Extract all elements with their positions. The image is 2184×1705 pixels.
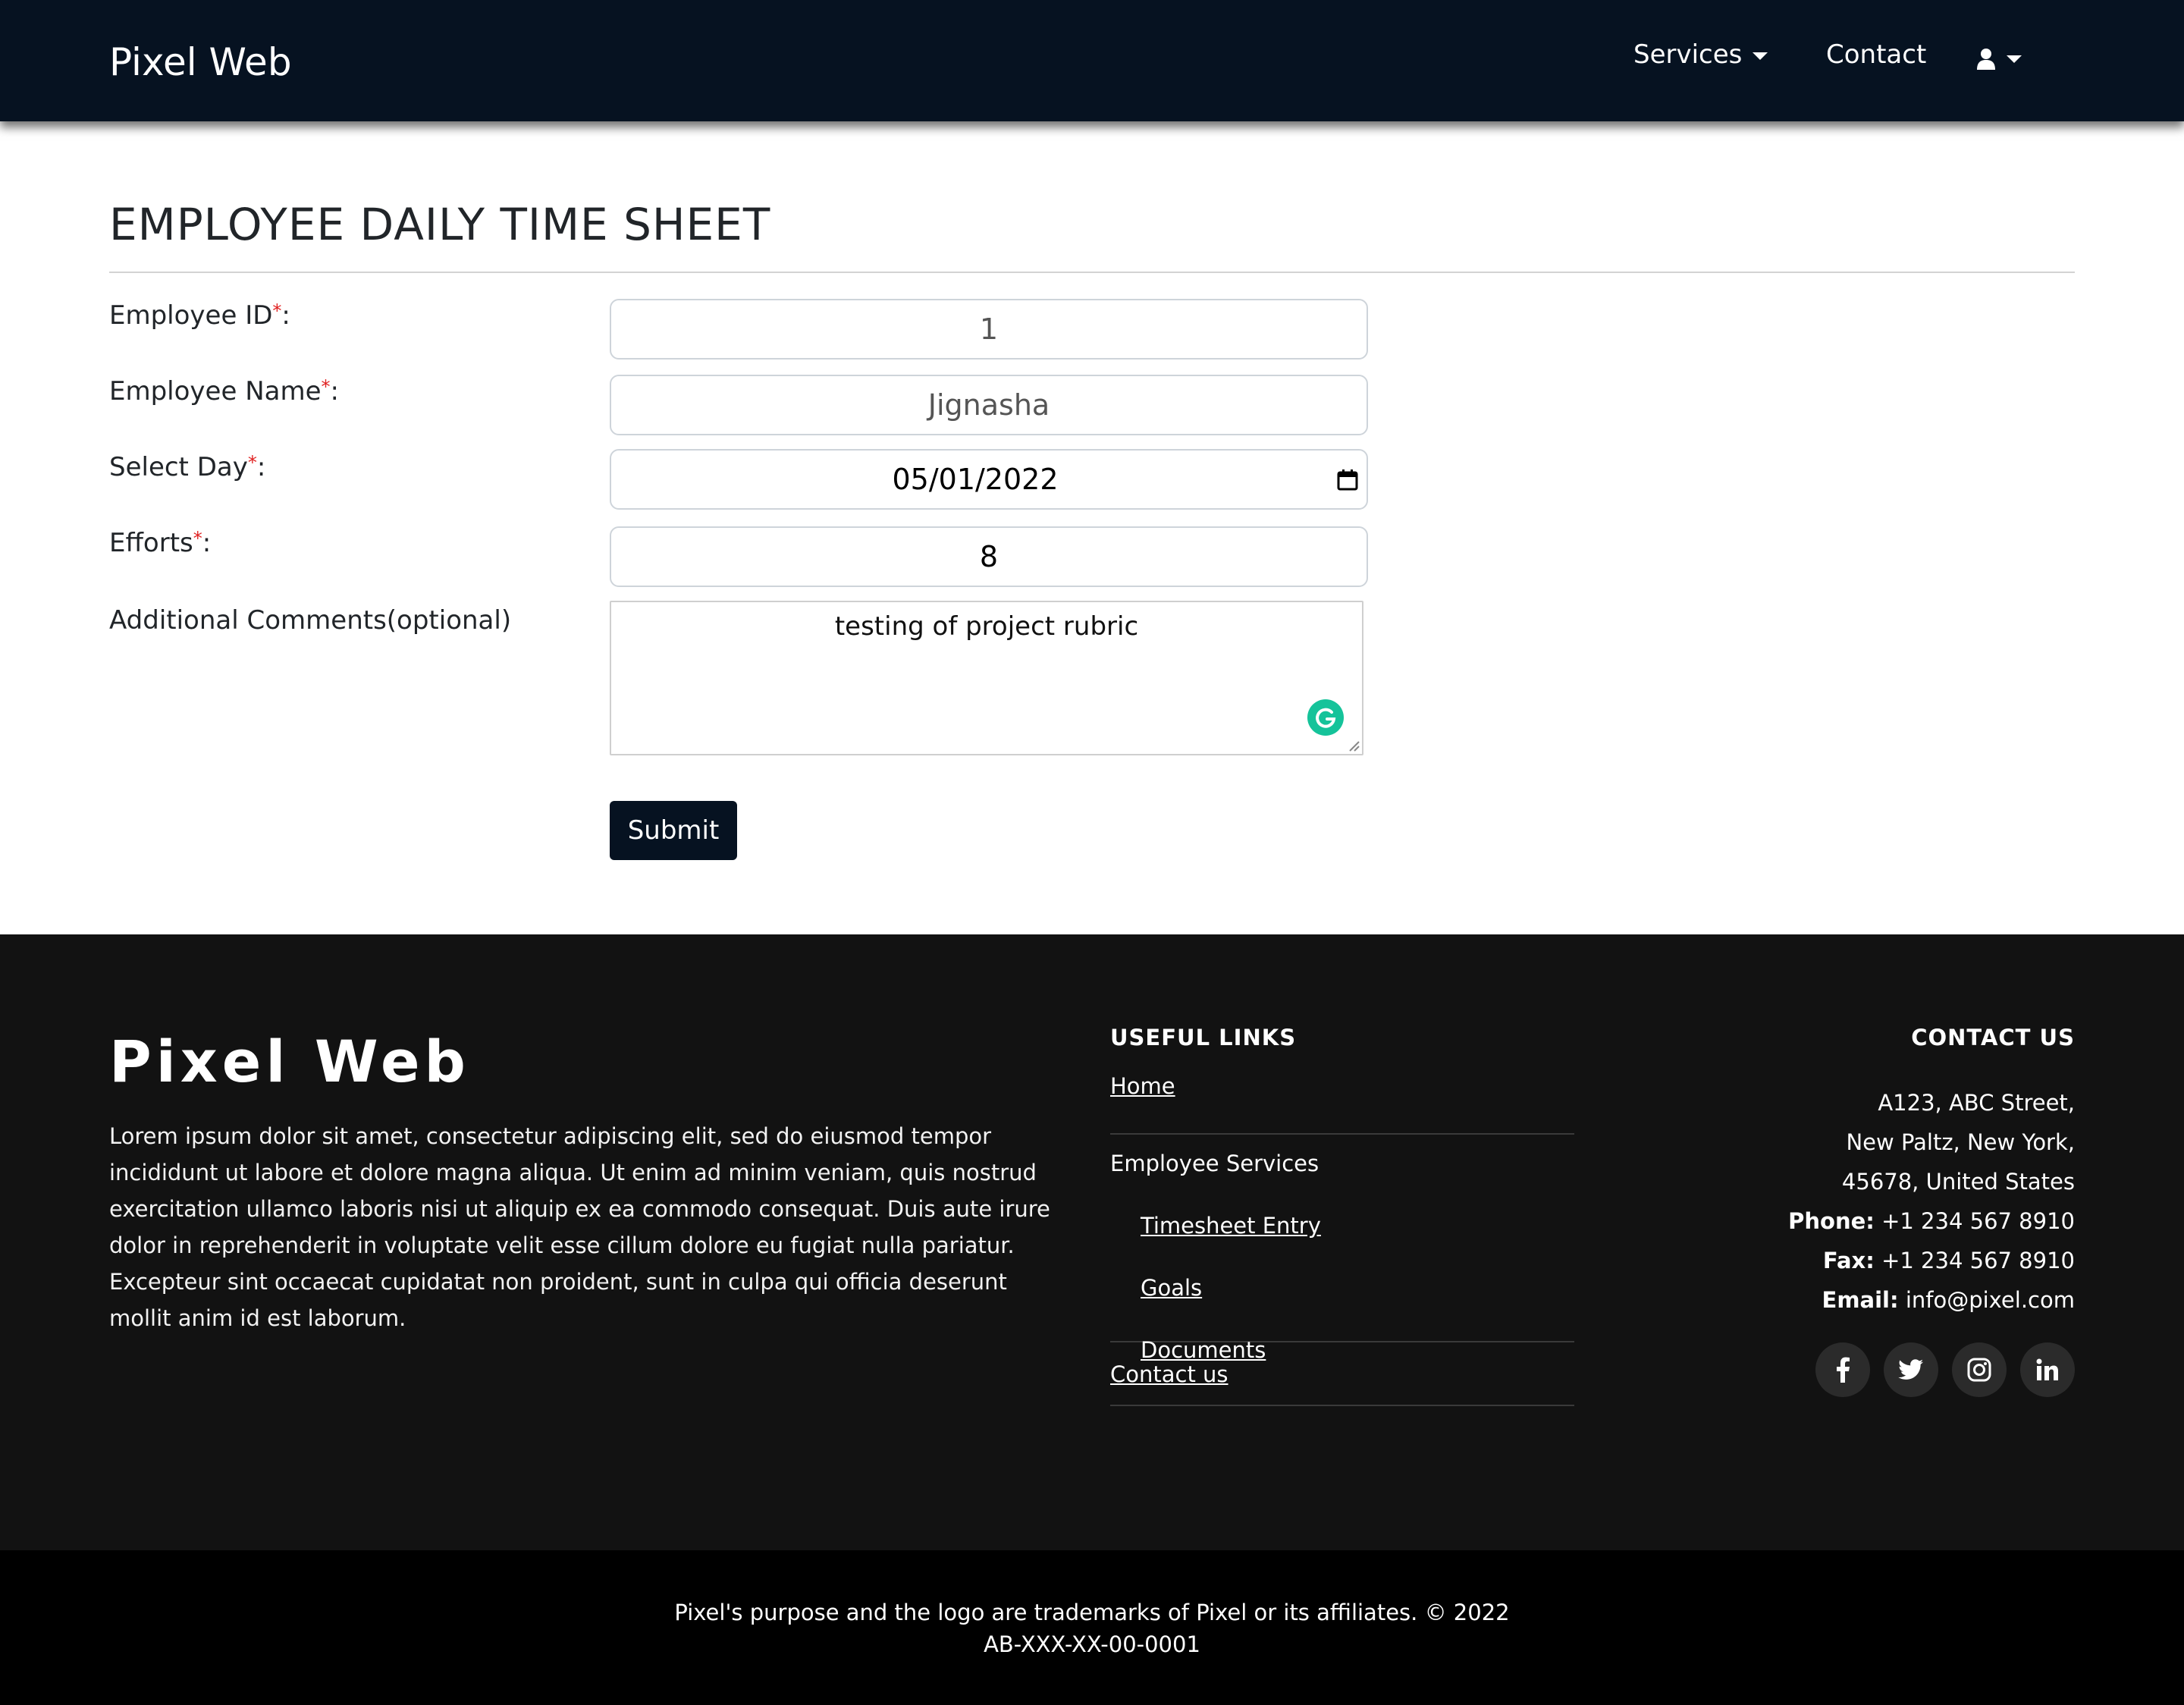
footer-brand: Pixel Web: [109, 1028, 470, 1095]
services-dropdown[interactable]: Services: [1633, 38, 1768, 71]
social-links: [1815, 1342, 2075, 1397]
grammarly-icon[interactable]: [1307, 699, 1344, 736]
list-item: Contact us: [1110, 1342, 1574, 1406]
select-day-value: 05/01/2022: [892, 463, 1059, 496]
facebook-icon: [1837, 1357, 1850, 1383]
list-item: Home: [1110, 1071, 1574, 1135]
required-marker: *: [193, 528, 202, 549]
address-line: A123, ABC Street,: [1878, 1090, 2075, 1116]
footer: Pixel Web Lorem ipsum dolor sit amet, co…: [0, 934, 2184, 1550]
useful-links-heading: USEFUL LINKS: [1110, 1025, 1297, 1050]
contact-details: A123, ABC Street, New Paltz, New York, 4…: [1620, 1083, 2075, 1320]
required-marker: *: [321, 376, 331, 397]
comments-textarea[interactable]: testing of project rubric: [610, 601, 1363, 755]
twitter-icon: [1898, 1359, 1923, 1380]
select-day-label: Select Day*:: [109, 452, 266, 482]
employee-name-label: Employee Name*:: [109, 376, 339, 407]
required-marker: *: [272, 300, 282, 322]
calendar-icon[interactable]: [1336, 469, 1359, 491]
nav-contact-link[interactable]: Contact: [1826, 38, 1926, 71]
employee-services-label: Employee Services: [1110, 1151, 1320, 1176]
comments-label: Additional Comments(optional): [109, 605, 512, 636]
contact-us-heading: CONTACT US: [1911, 1025, 2075, 1050]
submit-button[interactable]: Submit: [610, 801, 737, 860]
footer-link-goals[interactable]: Goals: [1141, 1275, 1202, 1301]
employee-name-input[interactable]: [610, 375, 1368, 435]
address-line: 45678, United States: [1841, 1169, 2075, 1195]
linkedin-button[interactable]: [2020, 1342, 2075, 1397]
chevron-down-icon: [1753, 52, 1768, 60]
footer-link-home[interactable]: Home: [1110, 1073, 1175, 1099]
copyright-bar: Pixel's purpose and the logo are tradema…: [0, 1550, 2184, 1705]
list-item: Employee Services Timesheet Entry Goals …: [1110, 1135, 1574, 1363]
footer-link-contact-us[interactable]: Contact us: [1110, 1361, 1228, 1387]
grammarly-g-icon: [1316, 708, 1336, 728]
select-day-date-input[interactable]: 05/01/2022: [610, 449, 1368, 510]
copyright-code: AB-XXX-XX-00-0001: [984, 1631, 1200, 1657]
email-line: Email: info@pixel.com: [1822, 1287, 2075, 1313]
fax-line: Fax: +1 234 567 8910: [1822, 1248, 2075, 1273]
phone-value: +1 234 567 8910: [1881, 1208, 2075, 1234]
phone-line: Phone: +1 234 567 8910: [1788, 1208, 2075, 1234]
required-marker: *: [247, 452, 257, 473]
chevron-down-icon: [2007, 55, 2022, 63]
employee-id-label: Employee ID*:: [109, 300, 290, 331]
user-icon: [1977, 48, 1995, 70]
instagram-button[interactable]: [1952, 1342, 2007, 1397]
resize-handle-icon[interactable]: [1347, 739, 1360, 752]
employee-id-input[interactable]: [610, 299, 1368, 360]
facebook-button[interactable]: [1815, 1342, 1870, 1397]
top-navbar: Pixel Web Services Contact: [0, 0, 2184, 121]
instagram-icon: [1967, 1358, 1991, 1382]
services-label: Services: [1633, 39, 1743, 70]
address-line: New Paltz, New York,: [1846, 1129, 2075, 1155]
fax-value: +1 234 567 8910: [1881, 1248, 2075, 1273]
copyright-text: Pixel's purpose and the logo are tradema…: [674, 1600, 1510, 1625]
footer-about-text: Lorem ipsum dolor sit amet, consectetur …: [109, 1123, 1050, 1331]
user-menu-dropdown[interactable]: [1976, 41, 2022, 74]
email-value: info@pixel.com: [1905, 1287, 2075, 1313]
comments-value: testing of project rubric: [834, 611, 1139, 642]
title-divider: [109, 272, 2075, 273]
page-title: EMPLOYEE DAILY TIME SHEET: [109, 199, 771, 250]
footer-link-timesheet-entry[interactable]: Timesheet Entry: [1141, 1213, 1321, 1239]
linkedin-icon: [2036, 1358, 2058, 1380]
efforts-input[interactable]: [610, 526, 1368, 587]
twitter-button[interactable]: [1884, 1342, 1938, 1397]
navbar-brand[interactable]: Pixel Web: [109, 38, 292, 86]
efforts-label: Efforts*:: [109, 528, 212, 558]
